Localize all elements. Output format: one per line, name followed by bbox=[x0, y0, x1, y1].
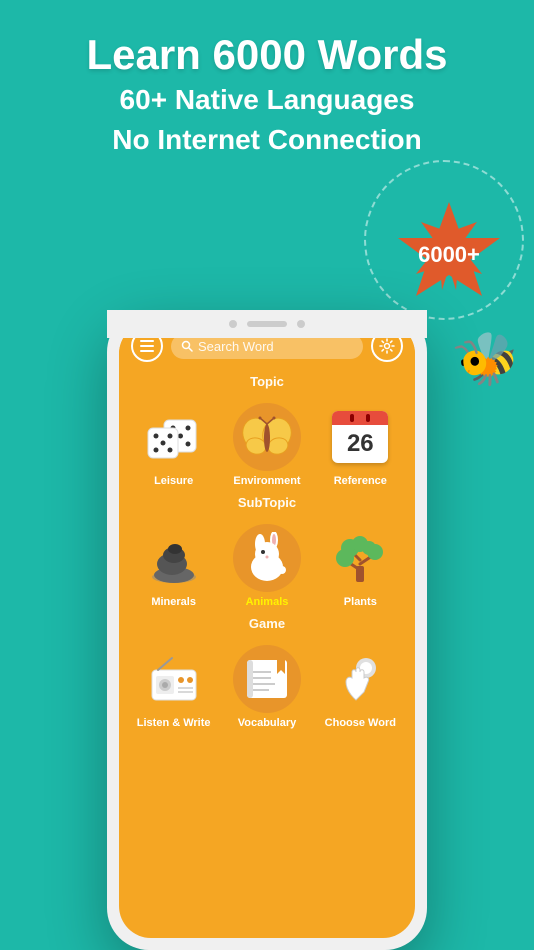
subtopic-section-label: SubTopic bbox=[119, 491, 415, 514]
topic-item-reference[interactable]: 26 Reference bbox=[320, 403, 400, 487]
hero-sub1: 60+ Native Languages bbox=[0, 80, 534, 119]
dice-icon bbox=[146, 415, 201, 460]
topic-item-leisure[interactable]: Leisure bbox=[134, 403, 214, 487]
listen-write-icon-circle bbox=[140, 645, 208, 713]
subtopic-item-animals[interactable]: Animals bbox=[227, 524, 307, 608]
rabbit-icon bbox=[242, 532, 292, 584]
phone-outer: Search Word Topic bbox=[107, 310, 427, 950]
environment-label: Environment bbox=[233, 475, 300, 487]
vocabulary-label: Vocabulary bbox=[238, 717, 297, 729]
animals-label: Animals bbox=[246, 596, 289, 608]
hamburger-icon bbox=[140, 340, 154, 352]
game-item-listen-write[interactable]: Listen & Write bbox=[134, 645, 214, 729]
animals-icon-circle bbox=[233, 524, 301, 592]
reference-label: Reference bbox=[334, 475, 387, 487]
search-icon bbox=[181, 340, 193, 352]
game-item-choose-word[interactable]: Choose Word bbox=[320, 645, 400, 729]
game-item-vocabulary[interactable]: Vocabulary bbox=[227, 645, 307, 729]
search-placeholder: Search Word bbox=[198, 339, 274, 354]
minerals-label: Minerals bbox=[151, 596, 196, 608]
topic-item-environment[interactable]: Environment bbox=[227, 403, 307, 487]
calendar-rings bbox=[350, 414, 370, 422]
listen-write-label: Listen & Write bbox=[137, 717, 211, 729]
hero-sub2: No Internet Connection bbox=[0, 120, 534, 159]
hand-icon bbox=[336, 656, 384, 702]
hero-title: Learn 6000 Words bbox=[0, 30, 534, 80]
phone-screen: Search Word Topic bbox=[119, 322, 415, 938]
book-icon bbox=[243, 656, 291, 702]
tree-icon bbox=[335, 532, 385, 584]
badge-text: 6000+ bbox=[418, 242, 480, 268]
topic-grid: Leisure bbox=[119, 393, 415, 491]
phone-microphone bbox=[247, 321, 287, 327]
gear-icon bbox=[379, 338, 395, 354]
choose-word-label: Choose Word bbox=[325, 717, 396, 729]
phone-camera bbox=[229, 320, 237, 328]
hero-section: Learn 6000 Words 60+ Native Languages No… bbox=[0, 30, 534, 159]
reference-icon-circle: 26 bbox=[326, 403, 394, 471]
game-section-label: Game bbox=[119, 612, 415, 635]
game-grid: Listen & Write bbox=[119, 635, 415, 733]
stones-icon bbox=[148, 533, 200, 583]
leisure-label: Leisure bbox=[154, 475, 193, 487]
calendar-icon: 26 bbox=[332, 411, 388, 463]
radio-icon bbox=[148, 656, 200, 702]
subtopic-grid: Minerals bbox=[119, 514, 415, 612]
badge-6000: 6000+ bbox=[394, 200, 504, 310]
subtopic-item-plants[interactable]: Plants bbox=[320, 524, 400, 608]
calendar-top bbox=[332, 411, 388, 425]
leisure-icon-circle bbox=[140, 403, 208, 471]
choose-word-icon-circle bbox=[326, 645, 394, 713]
phone-speaker bbox=[107, 310, 427, 338]
environment-icon-circle bbox=[233, 403, 301, 471]
plants-label: Plants bbox=[344, 596, 377, 608]
subtopic-item-minerals[interactable]: Minerals bbox=[134, 524, 214, 608]
minerals-icon-circle bbox=[140, 524, 208, 592]
vocabulary-icon-circle bbox=[233, 645, 301, 713]
topic-section-label: Topic bbox=[119, 370, 415, 393]
phone-camera2 bbox=[297, 320, 305, 328]
plants-icon-circle bbox=[326, 524, 394, 592]
calendar-number: 26 bbox=[332, 425, 388, 463]
phone-mockup: Search Word Topic bbox=[107, 310, 427, 950]
butterfly-icon bbox=[242, 416, 292, 458]
